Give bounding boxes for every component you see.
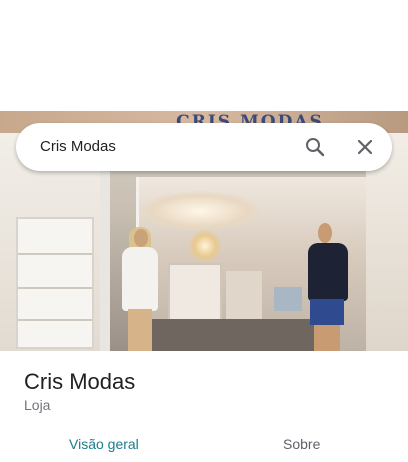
back-shelf <box>168 263 222 323</box>
mannequin-dress <box>122 247 158 311</box>
mannequin-legs <box>314 325 340 351</box>
back-display <box>274 287 302 311</box>
mannequin-head <box>134 229 148 247</box>
search-icon[interactable] <box>303 135 327 159</box>
left-shelf <box>16 217 94 349</box>
chandelier <box>188 229 222 263</box>
tab-about[interactable]: Sobre <box>283 434 320 454</box>
ceiling-light <box>140 191 260 231</box>
place-category: Loja <box>24 397 51 413</box>
mannequin-shirt <box>308 243 348 301</box>
search-bar[interactable]: Cris Modas <box>16 123 392 171</box>
place-title: Cris Modas <box>24 369 136 394</box>
close-icon[interactable] <box>353 135 377 159</box>
mannequin-legs <box>128 309 152 351</box>
mannequin-head <box>318 223 332 243</box>
back-shelf <box>226 271 262 323</box>
mannequin-shorts <box>310 299 344 325</box>
search-input[interactable]: Cris Modas <box>40 136 116 158</box>
tab-overview[interactable]: Visão geral <box>69 434 139 454</box>
top-blank-area <box>0 0 408 111</box>
